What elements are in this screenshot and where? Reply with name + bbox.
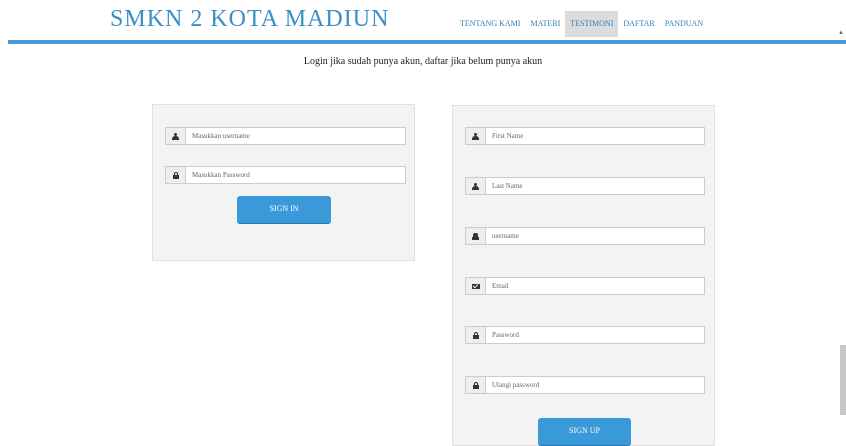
- nav-materi[interactable]: MATERI: [525, 11, 565, 37]
- nav-daftar[interactable]: DAFTAR: [618, 11, 659, 37]
- login-username-field: Masukkan username: [165, 127, 406, 145]
- login-panel: Masukkan username Masukkan Password SIGN…: [152, 104, 415, 261]
- main-nav: TENTANG KAMI MATERI TESTIMONI DAFTAR PAN…: [455, 11, 708, 37]
- sign-up-button[interactable]: SIGN UP: [538, 418, 631, 445]
- user-icon: [465, 177, 485, 195]
- register-field: Last Name: [465, 177, 705, 195]
- password-input[interactable]: Password: [485, 326, 705, 344]
- lock-icon: [165, 166, 185, 184]
- site-title[interactable]: SMKN 2 KOTA MADIUN: [110, 6, 389, 33]
- last-name-input[interactable]: Last Name: [485, 177, 705, 195]
- email-input[interactable]: Email: [485, 277, 705, 295]
- register-field: Email: [465, 277, 705, 295]
- sign-in-button[interactable]: SIGN IN: [237, 196, 331, 223]
- login-password-input[interactable]: Masukkan Password: [185, 166, 406, 184]
- confirm-password-input[interactable]: Ulangi password: [485, 376, 705, 394]
- nav-testimoni[interactable]: TESTIMONI: [565, 11, 619, 37]
- id-icon: [465, 227, 485, 245]
- user-icon: [165, 127, 185, 145]
- login-username-input[interactable]: Masukkan username: [185, 127, 406, 145]
- scrollbar-thumb[interactable]: [840, 345, 846, 415]
- register-panel: First Name Last Name username Email Pass…: [452, 105, 715, 446]
- lock-icon: [465, 326, 485, 344]
- nav-tentang-kami[interactable]: TENTANG KAMI: [455, 11, 525, 37]
- register-field: username: [465, 227, 705, 245]
- login-password-field: Masukkan Password: [165, 166, 406, 184]
- lock-icon: [465, 376, 485, 394]
- header-divider: [8, 40, 846, 44]
- first-name-input[interactable]: First Name: [485, 127, 705, 145]
- register-field: Password: [465, 326, 705, 344]
- nav-panduan[interactable]: PANDUAN: [660, 11, 708, 37]
- scroll-up-arrow-icon[interactable]: ▲: [838, 30, 844, 36]
- header: SMKN 2 KOTA MADIUN TENTANG KAMI MATERI T…: [0, 0, 846, 44]
- register-field: First Name: [465, 127, 705, 145]
- register-field: Ulangi password: [465, 376, 705, 394]
- username-input[interactable]: username: [485, 227, 705, 245]
- user-icon: [465, 127, 485, 145]
- envelope-icon: [465, 277, 485, 295]
- page-subtitle: Login jika sudah punya akun, daftar jika…: [303, 56, 543, 67]
